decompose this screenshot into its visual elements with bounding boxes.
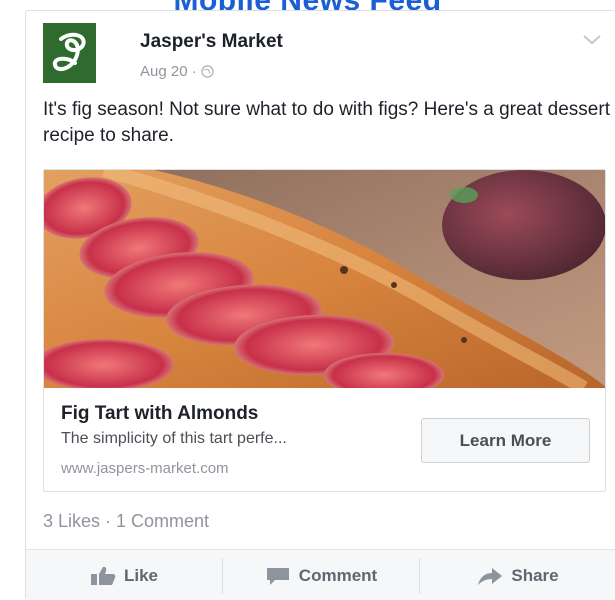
post-message: It's fig season! Not sure what to do wit… <box>43 99 610 146</box>
thumbs-up-icon <box>90 566 116 585</box>
link-description: The simplicity of this tart perfe... <box>61 430 287 447</box>
post-date[interactable]: Aug 20 · <box>140 63 197 80</box>
like-label: Like <box>123 565 159 585</box>
post-meta: Aug 20 · <box>140 63 214 80</box>
comment-button[interactable]: Comment <box>223 550 419 600</box>
share-label: Share <box>511 565 559 585</box>
fig-tart-image[interactable] <box>44 170 606 388</box>
share-button[interactable]: Share <box>420 550 615 600</box>
link-title[interactable]: Fig Tart with Almonds <box>61 403 258 425</box>
news-feed-post: Jasper's Market Aug 20 · It's fig season… <box>25 10 615 600</box>
comment-label: Comment <box>298 565 378 585</box>
link-preview-card[interactable]: Fig Tart with Almonds The simplicity of … <box>43 169 606 492</box>
page-name-link[interactable]: Jasper's Market <box>140 31 283 53</box>
link-url: www.jaspers-market.com <box>61 460 229 477</box>
share-arrow-icon <box>478 567 503 585</box>
post-action-bar: Like Comment Share <box>26 549 615 600</box>
learn-more-button[interactable]: Learn More <box>421 418 590 463</box>
jaspers-market-logo-icon <box>52 32 86 72</box>
page-avatar[interactable] <box>43 23 96 83</box>
comment-icon <box>266 567 289 585</box>
chevron-down-icon[interactable] <box>581 33 603 47</box>
engagement-summary[interactable]: 3 Likes · 1 Comment <box>43 511 209 532</box>
like-button[interactable]: Like <box>26 550 222 600</box>
globe-icon <box>200 65 214 78</box>
